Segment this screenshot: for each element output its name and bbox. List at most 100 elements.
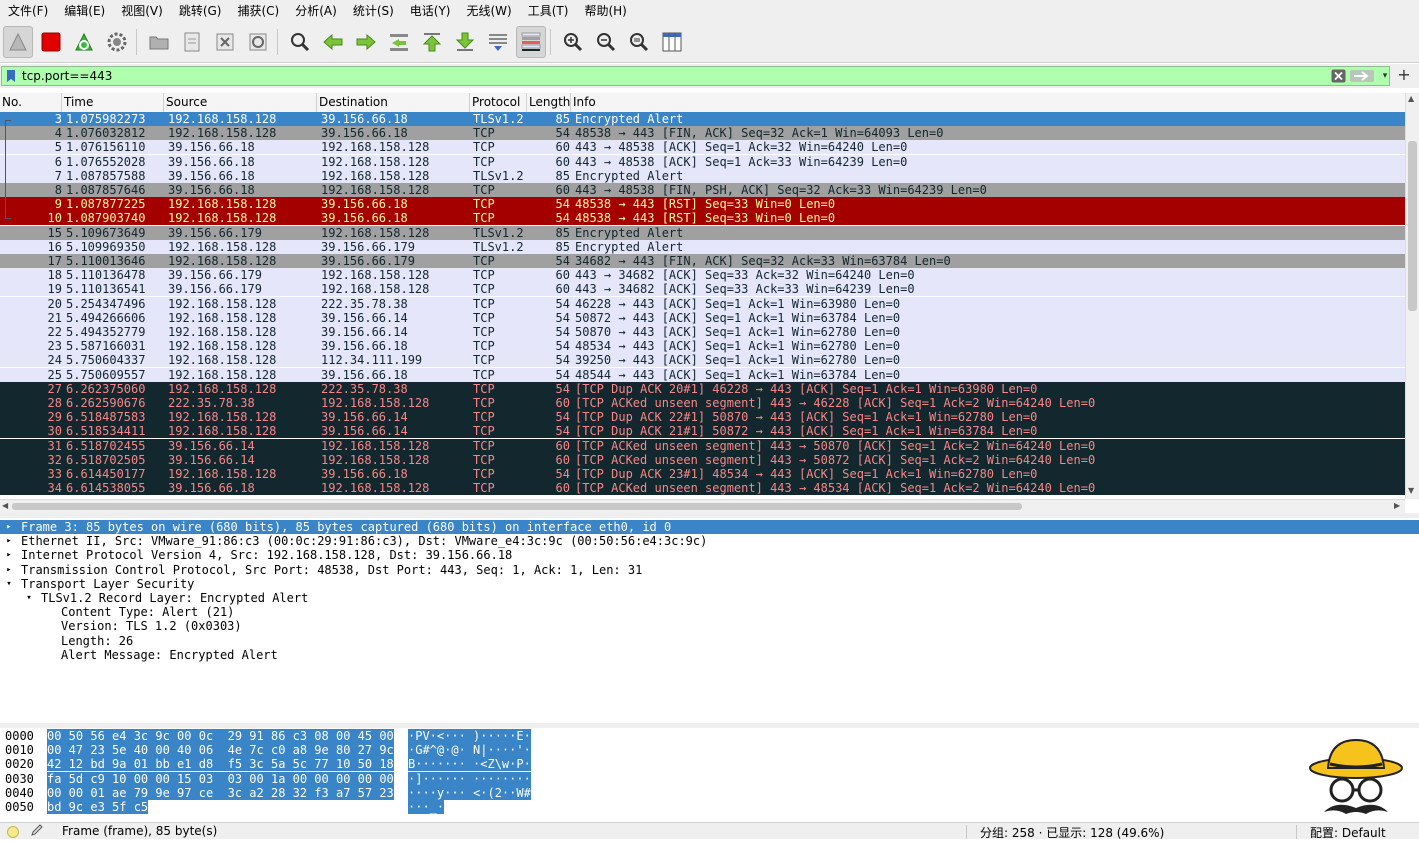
scroll-down-icon[interactable]: ▼ bbox=[1408, 486, 1414, 495]
packet-list-vertical-scrollbar[interactable]: ▲ ▼ bbox=[1405, 93, 1419, 499]
packet-row[interactable]: 15 5.109673649 39.156.66.179 192.168.158.12… bbox=[0, 225, 1405, 240]
bytes-hex[interactable]: 00 00 01 ae 79 9e 97 ce 3c a2 28 32 f3 a… bbox=[47, 785, 394, 800]
scroll-left-icon[interactable]: ◀ bbox=[2, 501, 8, 510]
details-tree-row[interactable]: ▾ TLSv1.2 Record Layer: Encrypted Alert bbox=[0, 591, 1419, 605]
details-tree-row[interactable]: ▾ Transport Layer Security bbox=[0, 577, 1419, 591]
details-tree-row[interactable]: ▸ Frame 3: 85 bytes on wire (680 bits), 8… bbox=[0, 520, 1419, 534]
packet-row[interactable]: 10 1.087903740 192.168.158.128 39.156.66.18… bbox=[0, 211, 1405, 226]
auto-scroll-button[interactable] bbox=[483, 26, 513, 58]
column-header-info[interactable]: Info bbox=[571, 93, 1405, 112]
bytes-hex[interactable]: 00 50 56 e4 3c 9c 00 0c 29 91 86 c3 08 0… bbox=[47, 729, 394, 743]
capture-options-button[interactable] bbox=[102, 26, 132, 58]
menu-telephony[interactable]: 电话(Y) bbox=[402, 0, 459, 22]
start-capture-button[interactable] bbox=[3, 26, 33, 58]
stop-capture-button[interactable] bbox=[36, 26, 66, 58]
bytes-hex[interactable]: fa 5d c9 10 00 00 15 03 03 00 1a 00 00 0… bbox=[47, 771, 394, 786]
zoom-in-button[interactable] bbox=[558, 26, 588, 58]
column-header-no[interactable]: No. bbox=[0, 93, 62, 112]
menu-tools[interactable]: 工具(T) bbox=[520, 0, 577, 22]
menu-go[interactable]: 跳转(G) bbox=[171, 0, 230, 22]
packet-row[interactable]: 6 1.076552028 39.156.66.18 192.168.158.128 T… bbox=[0, 154, 1405, 169]
open-file-button[interactable] bbox=[144, 26, 174, 58]
packet-row[interactable]: 20 5.254347496 192.168.158.128 222.35.78.38… bbox=[0, 296, 1405, 311]
details-tree-row[interactable]: Length: 26 bbox=[0, 634, 1419, 648]
packet-row[interactable]: 29 6.518487583 192.168.158.128 39.156.66.14… bbox=[0, 410, 1405, 425]
expand-right-icon[interactable]: ▸ bbox=[4, 548, 14, 562]
bytes-hex[interactable]: bd 9c e3 5f c5 bbox=[47, 800, 149, 814]
close-file-button[interactable] bbox=[210, 26, 240, 58]
bytes-ascii[interactable]: ····y··· <·(2··W# bbox=[408, 785, 531, 800]
column-header-destination[interactable]: Destination bbox=[317, 93, 470, 112]
bytes-ascii[interactable]: ·G#^@·@· N|····'· bbox=[408, 743, 531, 758]
scroll-up-icon[interactable]: ▲ bbox=[1408, 94, 1414, 103]
bytes-hex[interactable]: 42 12 bd 9a 01 bb e1 d8 f5 3c 5a 5c 77 1… bbox=[47, 757, 394, 772]
details-tree-row[interactable]: Content Type: Alert (21) bbox=[0, 605, 1419, 619]
packet-row[interactable]: 18 5.110136478 39.156.66.179 192.168.158.12… bbox=[0, 268, 1405, 283]
packet-row[interactable]: 25 5.750609557 192.168.158.128 39.156.66.18… bbox=[0, 367, 1405, 382]
details-tree-row[interactable]: Alert Message: Encrypted Alert bbox=[0, 648, 1419, 662]
bookmark-icon[interactable] bbox=[4, 69, 18, 83]
packet-row[interactable]: 31 6.518702455 39.156.66.14 192.168.158.128… bbox=[0, 438, 1405, 453]
edit-comment-icon[interactable] bbox=[30, 824, 44, 837]
packet-row[interactable]: 8 1.087857646 39.156.66.18 192.168.158.128 T… bbox=[0, 183, 1405, 197]
expand-right-icon[interactable]: ▸ bbox=[4, 563, 14, 577]
packet-row[interactable]: 23 5.587166031 192.168.158.128 39.156.66.18… bbox=[0, 339, 1405, 354]
packet-row[interactable]: 22 5.494352779 192.168.158.128 39.156.66.14… bbox=[0, 325, 1405, 339]
packet-row[interactable]: 30 6.518534411 192.168.158.128 39.156.66.14… bbox=[0, 424, 1405, 439]
packet-row[interactable]: 24 5.750604337 192.168.158.128 112.34.111.1… bbox=[0, 353, 1405, 368]
menu-view[interactable]: 视图(V) bbox=[113, 0, 171, 22]
packet-row[interactable]: 19 5.110136541 39.156.66.179 192.168.158.12… bbox=[0, 282, 1405, 297]
packet-row[interactable]: 4 1.076032812 192.168.158.128 39.156.66.18 T… bbox=[0, 126, 1405, 141]
bytes-hex[interactable]: 00 47 23 5e 40 00 40 06 4e 7c c0 a8 9e 8… bbox=[47, 743, 394, 758]
packet-row[interactable]: 9 1.087877225 192.168.158.128 39.156.66.18 T… bbox=[0, 197, 1405, 212]
packet-row[interactable]: 16 5.109969350 192.168.158.128 39.156.66.17… bbox=[0, 239, 1405, 254]
menu-analyze[interactable]: 分析(A) bbox=[287, 0, 345, 22]
bytes-ascii[interactable]: ···_· bbox=[408, 800, 445, 814]
last-packet-button[interactable] bbox=[450, 26, 480, 58]
expand-down-icon[interactable]: ▾ bbox=[4, 577, 14, 591]
packet-row[interactable]: 32 6.518702505 39.156.66.14 192.168.158.128… bbox=[0, 452, 1405, 467]
packet-row[interactable]: 3 1.075982273 192.168.158.128 39.156.66.18 T… bbox=[0, 112, 1405, 126]
chevron-down-icon[interactable]: ▾ bbox=[1380, 69, 1390, 83]
restart-capture-button[interactable] bbox=[69, 26, 99, 58]
find-packet-button[interactable] bbox=[285, 26, 315, 58]
add-filter-button-icon[interactable]: + bbox=[1395, 66, 1413, 84]
packet-list[interactable]: 3 1.075982273 192.168.158.128 39.156.66.18 T… bbox=[0, 112, 1405, 499]
expert-info-indicator-icon[interactable] bbox=[7, 826, 19, 838]
menu-statistics[interactable]: 统计(S) bbox=[345, 0, 402, 22]
scrollbar-thumb[interactable] bbox=[12, 503, 1022, 510]
scrollbar-thumb[interactable] bbox=[1408, 141, 1417, 311]
display-filter-input[interactable] bbox=[22, 67, 1322, 85]
expand-right-icon[interactable]: ▸ bbox=[4, 534, 14, 548]
packet-row[interactable]: 34 6.614538055 39.156.66.18 192.168.158.128… bbox=[0, 481, 1405, 496]
bytes-ascii[interactable]: ·]······ ········ bbox=[408, 771, 531, 786]
normal-size-button[interactable] bbox=[624, 26, 654, 58]
menu-file[interactable]: 文件(F) bbox=[0, 0, 56, 22]
column-header-length[interactable]: Length bbox=[527, 93, 571, 112]
menu-edit[interactable]: 编辑(E) bbox=[56, 0, 113, 22]
packet-details-tree[interactable]: ▸ Frame 3: 85 bytes on wire (680 bits), 8… bbox=[0, 518, 1419, 723]
details-tree-row[interactable]: ▸ Internet Protocol Version 4, Src: 192.1… bbox=[0, 548, 1419, 562]
packet-row[interactable]: 17 5.110013646 192.168.158.128 39.156.66.17… bbox=[0, 254, 1405, 268]
expand-down-icon[interactable]: ▾ bbox=[24, 591, 34, 605]
bytes-ascii[interactable]: ·PV·<··· )·····E· bbox=[408, 729, 531, 743]
details-tree-row[interactable]: ▸ Ethernet II, Src: VMware_91:86:c3 (00:0… bbox=[0, 534, 1419, 548]
clear-filter-icon[interactable] bbox=[1331, 69, 1346, 83]
packet-bytes-pane[interactable]: 0000 00 50 56 e4 3c 9c 00 0c 29 91 86 c3 … bbox=[0, 728, 1419, 820]
column-header-time[interactable]: Time bbox=[62, 93, 164, 112]
first-packet-button[interactable] bbox=[417, 26, 447, 58]
go-back-button[interactable] bbox=[318, 26, 348, 58]
status-profile[interactable]: 配置: Default bbox=[1310, 824, 1386, 841]
packet-list-horizontal-scrollbar[interactable]: ◀ ▶ bbox=[0, 499, 1405, 513]
packet-row[interactable]: 21 5.494266606 192.168.158.128 39.156.66.14… bbox=[0, 310, 1405, 325]
resize-columns-button[interactable] bbox=[657, 26, 687, 58]
bytes-ascii[interactable]: B······· ·<Z\w·P· bbox=[408, 757, 531, 772]
details-tree-row[interactable]: ▸ Transmission Control Protocol, Src Port… bbox=[0, 563, 1419, 577]
expand-right-icon[interactable]: ▸ bbox=[4, 520, 14, 534]
packet-row[interactable]: 33 6.614450177 192.168.158.128 39.156.66.18… bbox=[0, 467, 1405, 481]
go-to-packet-button[interactable] bbox=[384, 26, 414, 58]
packet-row[interactable]: 7 1.087857588 39.156.66.18 192.168.158.128 T… bbox=[0, 168, 1405, 183]
menu-capture[interactable]: 捕获(C) bbox=[229, 0, 287, 22]
column-header-source[interactable]: Source bbox=[164, 93, 317, 112]
column-header-protocol[interactable]: Protocol bbox=[470, 93, 527, 112]
